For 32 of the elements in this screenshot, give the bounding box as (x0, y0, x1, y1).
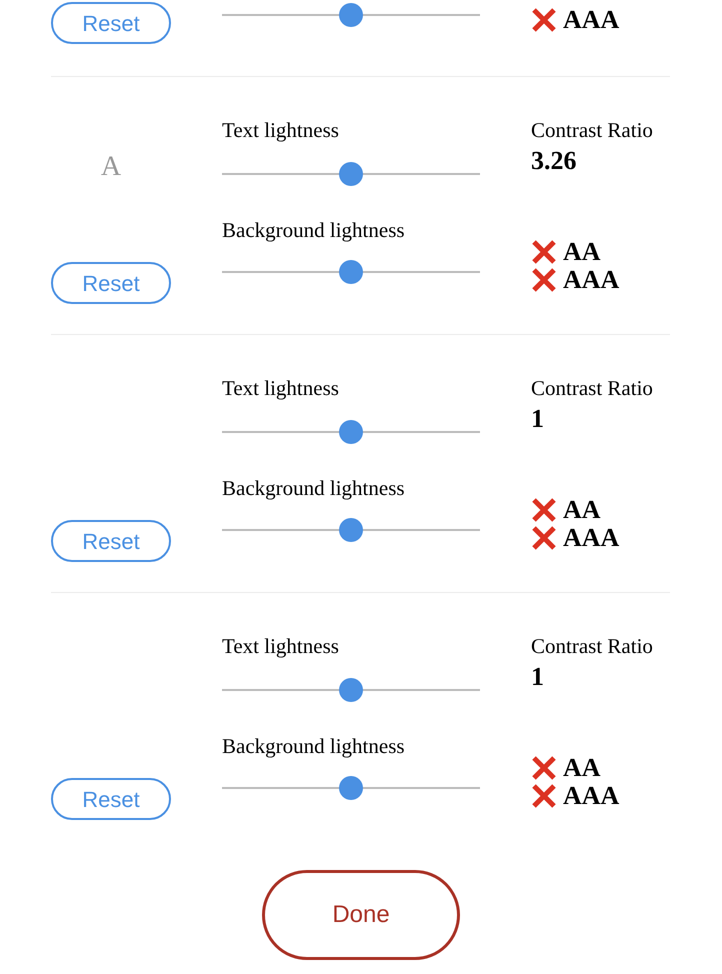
slider-thumb[interactable] (339, 776, 363, 800)
slider-label: Background lightness (222, 219, 406, 241)
level-label: AA (563, 238, 601, 266)
reset-button[interactable]: Reset (51, 2, 171, 44)
slider-thumb[interactable] (339, 3, 363, 27)
contrast-label: Contrast Ratio (531, 635, 654, 657)
reset-button[interactable]: Reset (51, 778, 171, 820)
slider-label: Text lightness (222, 119, 340, 141)
slider-thumb[interactable] (339, 420, 363, 444)
reset-button[interactable]: Reset (51, 262, 171, 304)
contrast-value: 3.26 (531, 145, 578, 177)
level-label: AA (563, 754, 601, 782)
sample-text: A (100, 152, 122, 182)
level-label: AA (563, 496, 601, 524)
slider-label: Text lightness (222, 377, 340, 399)
level-label: AAA (563, 782, 620, 810)
slider-label: Background lightness (222, 735, 406, 757)
slider-thumb[interactable] (339, 260, 363, 284)
level-label: AAA (563, 6, 620, 34)
contrast-label: Contrast Ratio (531, 377, 654, 399)
slider-label: Text lightness (222, 635, 340, 657)
contrast-value: 1 (531, 661, 545, 693)
done-button[interactable]: Done (262, 870, 460, 960)
slider-thumb[interactable] (339, 518, 363, 542)
contrast-label: Contrast Ratio (531, 119, 654, 141)
slider-thumb[interactable] (339, 162, 363, 186)
contrast-value: 1 (531, 403, 545, 435)
slider-thumb[interactable] (339, 678, 363, 702)
reset-button[interactable]: Reset (51, 520, 171, 562)
level-label: AAA (563, 524, 620, 552)
slider-label: Background lightness (222, 477, 406, 499)
level-label: AAA (563, 266, 620, 294)
